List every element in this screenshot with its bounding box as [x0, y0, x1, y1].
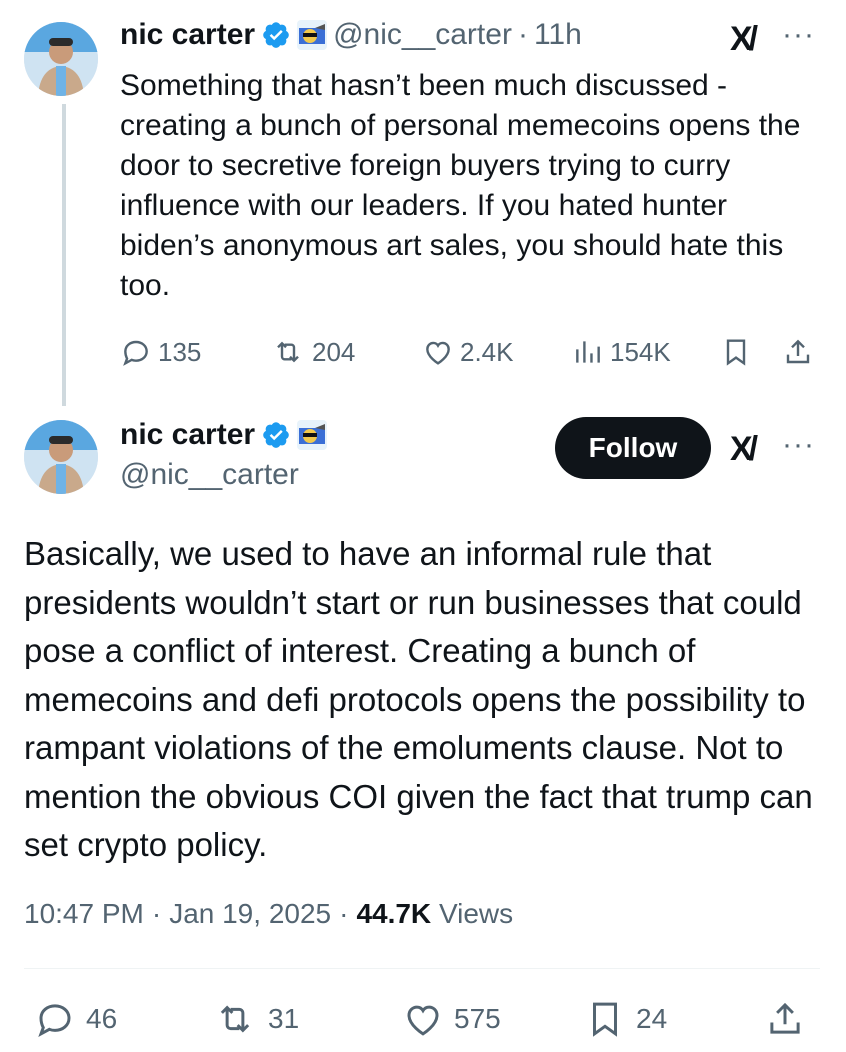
views-label: Views: [438, 898, 514, 929]
reply-button[interactable]: 135: [120, 336, 201, 368]
follow-button[interactable]: Follow: [555, 417, 711, 479]
views-icon: [576, 341, 600, 363]
meta-separator: ·: [151, 898, 162, 929]
bookmark-icon: [593, 1002, 617, 1037]
heart-icon: [407, 1005, 439, 1036]
reply-count: 46: [86, 1003, 118, 1034]
tweet-text: Something that hasn’t been much discusse…: [120, 69, 801, 302]
verified-badge-icon: [261, 20, 291, 50]
like-count: 2.4K: [460, 336, 514, 367]
bookmark-button[interactable]: [720, 336, 758, 368]
repost-icon: [277, 341, 299, 363]
reply-button[interactable]: 46: [34, 998, 117, 1040]
avatar-image: [24, 22, 98, 96]
affiliate-badge-icon[interactable]: [297, 20, 328, 50]
share-icon: [786, 339, 810, 364]
author-handle[interactable]: @nic__carter: [120, 458, 299, 492]
share-button[interactable]: [764, 998, 816, 1040]
bookmark-icon: [726, 339, 746, 366]
heart-icon: [426, 341, 450, 365]
meta-separator: ·: [339, 898, 349, 929]
tweet-header: nic carter @nic__carter · 11h: [120, 18, 582, 52]
tweet-actions: 135 204 2.4K 154K: [120, 332, 820, 372]
grok-icon[interactable]: X/: [730, 20, 758, 59]
bookmark-count: 24: [636, 1003, 668, 1034]
avatar[interactable]: [24, 22, 98, 96]
share-button[interactable]: [782, 336, 820, 368]
more-icon[interactable]: ···: [782, 428, 815, 462]
divider: [24, 968, 820, 969]
views-button[interactable]: 154K: [572, 336, 671, 368]
like-button[interactable]: 575: [402, 998, 501, 1040]
repost-icon: [220, 1005, 250, 1033]
repost-button[interactable]: 204: [270, 336, 355, 368]
author-name[interactable]: nic carter: [120, 18, 255, 52]
reply-icon: [123, 340, 148, 366]
tweet-meta: 10:47 PM · Jan 19, 2025 · 44.7K Views: [24, 898, 513, 930]
tweet-time[interactable]: 11h: [534, 18, 582, 52]
avatar[interactable]: [24, 420, 98, 494]
author-handle[interactable]: @nic__carter: [333, 18, 512, 52]
grok-icon[interactable]: X/: [730, 430, 758, 469]
like-count: 575: [454, 1003, 501, 1034]
author-name[interactable]: nic carter: [120, 418, 255, 452]
views-count: 154K: [610, 336, 671, 367]
verified-badge-icon: [261, 420, 291, 450]
affiliate-badge-icon[interactable]: [297, 420, 328, 450]
separator: ·: [517, 18, 528, 51]
repost-count: 204: [312, 336, 356, 367]
thread-line: [62, 104, 66, 406]
avatar-image: [24, 420, 98, 494]
repost-count: 31: [268, 1003, 300, 1034]
author-row: nic carter: [120, 418, 328, 452]
like-button[interactable]: 2.4K: [422, 336, 514, 368]
tweet-date[interactable]: Jan 19, 2025: [169, 898, 331, 930]
views-count: 44.7K: [356, 898, 432, 929]
main-tweet-text: Basically, we used to have an informal r…: [24, 535, 813, 863]
reply-icon: [38, 1004, 71, 1038]
repost-button[interactable]: 31: [212, 998, 299, 1040]
bookmark-button[interactable]: 24: [584, 998, 667, 1040]
more-icon[interactable]: ···: [782, 18, 815, 52]
reply-count: 135: [158, 336, 202, 367]
share-icon: [770, 1002, 800, 1034]
tweet-time[interactable]: 10:47 PM: [24, 898, 144, 930]
